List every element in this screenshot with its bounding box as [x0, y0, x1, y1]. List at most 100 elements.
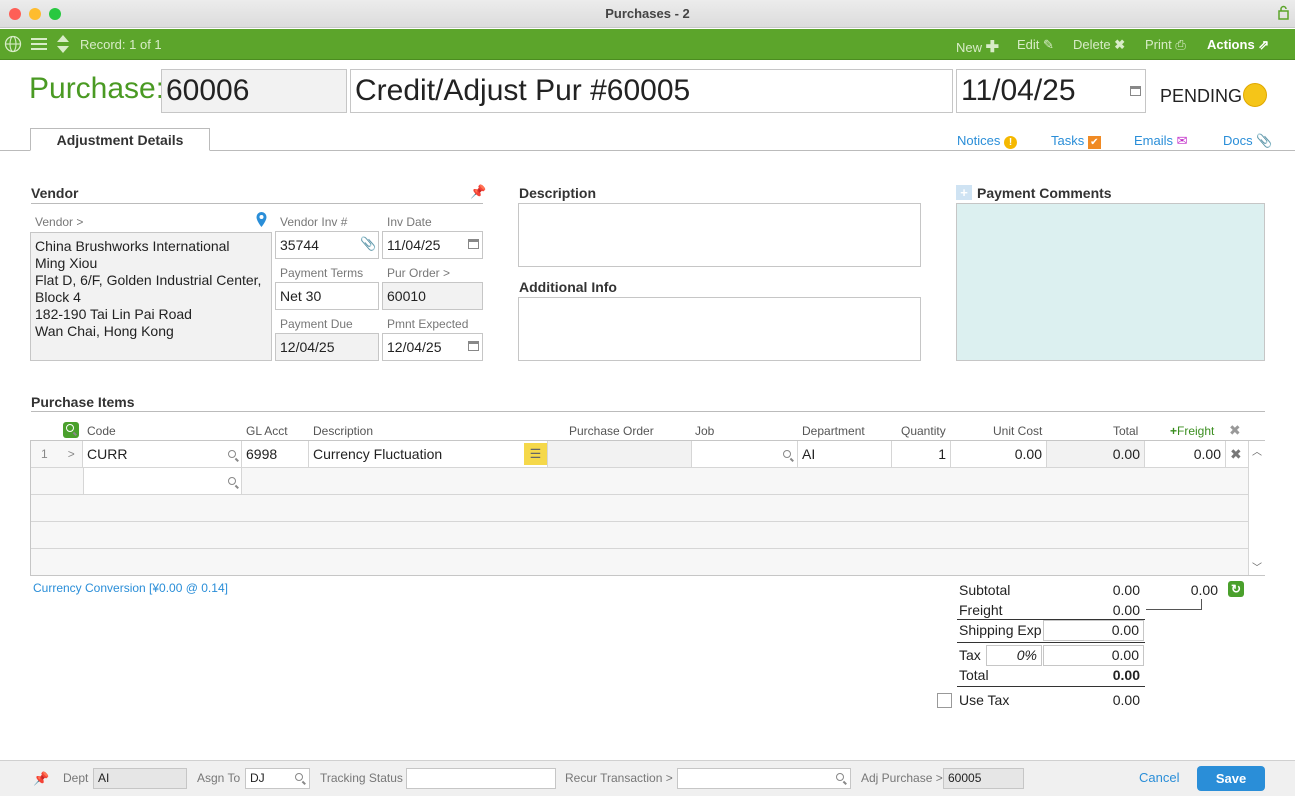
- row-code[interactable]: CURR: [83, 441, 242, 467]
- purchase-title-field[interactable]: Credit/Adjust Pur #60005: [350, 69, 953, 113]
- paperclip-icon: 📎: [1256, 133, 1273, 148]
- search-icon[interactable]: [228, 477, 236, 485]
- currency-conversion-link[interactable]: Currency Conversion [¥0.00 @ 0.14]: [33, 581, 228, 595]
- lock-icon[interactable]: [1278, 5, 1289, 20]
- docs-link[interactable]: Docs 📎: [1223, 133, 1272, 149]
- calendar-icon[interactable]: [468, 239, 479, 249]
- new-button[interactable]: New ✚: [956, 37, 999, 57]
- adj-purchase-link[interactable]: Adj Purchase >: [861, 771, 943, 785]
- payment-due-field[interactable]: 12/04/25: [275, 333, 379, 361]
- plus-icon: +: [1170, 424, 1178, 438]
- recur-transaction-field[interactable]: [677, 768, 851, 789]
- map-pin-icon[interactable]: [256, 212, 267, 227]
- table-row[interactable]: 1 > CURR 6998 Currency Fluctuation ☰ AI 1…: [31, 441, 1248, 468]
- delete-row-icon[interactable]: ✖: [1230, 446, 1242, 463]
- shipping-exp-field[interactable]: 0.00: [1043, 620, 1144, 641]
- calendar-icon[interactable]: [468, 341, 479, 351]
- cancel-button[interactable]: Cancel: [1139, 770, 1179, 785]
- print-label: Print: [1145, 37, 1172, 52]
- freight-total-value: 0.00: [1112, 602, 1140, 618]
- memo-icon[interactable]: ☰: [524, 443, 547, 465]
- table-row[interactable]: [31, 468, 1248, 495]
- pur-order-link[interactable]: Pur Order >: [387, 266, 450, 280]
- delete-button[interactable]: Delete ✖: [1073, 37, 1125, 53]
- row-description[interactable]: Currency Fluctuation: [309, 441, 548, 467]
- new-row-code[interactable]: [83, 468, 242, 494]
- search-items-button[interactable]: [63, 422, 79, 438]
- purchase-number-field[interactable]: 60006: [161, 69, 347, 113]
- additional-info-field[interactable]: [518, 297, 921, 361]
- globe-icon[interactable]: [4, 35, 22, 53]
- vendor-divider: [31, 203, 483, 204]
- freight-label: Freight: [1177, 424, 1215, 438]
- purchase-date-field[interactable]: 11/04/25: [956, 69, 1146, 113]
- warning-icon: !: [1003, 136, 1017, 149]
- close-window-button[interactable]: [9, 8, 21, 20]
- purchase-items-title: Purchase Items: [31, 394, 135, 410]
- printer-icon: ⎙: [1175, 37, 1186, 52]
- recur-transaction-link[interactable]: Recur Transaction >: [565, 771, 673, 785]
- scroll-down-icon[interactable]: ﹀: [1252, 559, 1262, 574]
- row-freight[interactable]: 0.00: [1145, 441, 1226, 467]
- dept-field[interactable]: AI: [93, 768, 187, 789]
- row-department[interactable]: AI: [798, 441, 892, 467]
- row-quantity[interactable]: 1: [892, 441, 951, 467]
- record-type-label: Purchase:: [29, 72, 165, 105]
- col-unit-cost: Unit Cost: [993, 424, 1043, 438]
- calendar-icon[interactable]: [1130, 86, 1141, 96]
- payment-comments-field[interactable]: [956, 203, 1265, 361]
- pin-icon[interactable]: 📌: [470, 184, 486, 200]
- row-purchase-order[interactable]: [548, 441, 692, 467]
- delete-column-icon[interactable]: ✖: [1229, 422, 1241, 439]
- add-icon[interactable]: +: [956, 185, 972, 200]
- tasks-link[interactable]: Tasks ✔: [1051, 133, 1101, 149]
- notices-label: Notices: [957, 133, 1001, 148]
- adj-purchase-field[interactable]: 60005: [943, 768, 1024, 789]
- row-expand-icon[interactable]: >: [68, 447, 75, 461]
- vendor-section-title: Vendor: [31, 185, 79, 201]
- description-section-title: Description: [519, 185, 597, 201]
- total-label: Total: [959, 667, 989, 683]
- pin-icon[interactable]: 📌: [33, 771, 49, 787]
- tax-field[interactable]: 0.00: [1043, 645, 1144, 666]
- refresh-icon[interactable]: ↻: [1228, 581, 1244, 597]
- tab-adjustment-details[interactable]: Adjustment Details: [30, 128, 210, 151]
- tax-rate-field[interactable]: 0%: [986, 645, 1042, 666]
- description-field[interactable]: [518, 203, 921, 267]
- payment-terms-field[interactable]: Net 30: [275, 282, 379, 310]
- edit-button[interactable]: Edit ✎: [1017, 37, 1054, 53]
- subtotal-value: 0.00: [1112, 582, 1140, 598]
- items-divider: [31, 411, 1265, 412]
- vendor-address-line1: Flat D, 6/F, Golden Industrial Center,: [35, 272, 262, 288]
- plus-icon: ✚: [985, 39, 1000, 56]
- add-freight-button[interactable]: +Freight: [1170, 424, 1214, 438]
- checkbox-icon: ✔: [1087, 136, 1101, 149]
- pur-order-field[interactable]: 60010: [382, 282, 483, 310]
- row-unit-cost[interactable]: 0.00: [951, 441, 1047, 467]
- pmnt-expected-label: Pmnt Expected: [387, 317, 469, 331]
- notices-link[interactable]: Notices !: [957, 133, 1017, 149]
- actions-button[interactable]: Actions ⇗: [1207, 37, 1269, 53]
- save-button[interactable]: Save: [1197, 766, 1265, 791]
- list-icon[interactable]: [31, 37, 47, 51]
- row-number-text: 1: [41, 447, 48, 461]
- row-gl-acct[interactable]: 6998: [242, 441, 309, 467]
- search-icon[interactable]: [228, 450, 236, 458]
- freight-total-label: Freight: [959, 602, 1003, 618]
- search-icon[interactable]: [783, 450, 791, 458]
- emails-link[interactable]: Emails ✉: [1134, 133, 1188, 149]
- print-button[interactable]: Print ⎙: [1145, 37, 1186, 53]
- vendor-link[interactable]: Vendor >: [35, 215, 83, 229]
- scroll-up-icon[interactable]: ︿: [1252, 443, 1262, 458]
- minimize-window-button[interactable]: [29, 8, 41, 20]
- grid-scrollbar[interactable]: ︿ ﹀: [1248, 441, 1265, 575]
- use-tax-checkbox[interactable]: [937, 693, 952, 708]
- search-icon[interactable]: [836, 773, 844, 781]
- use-tax-value: 0.00: [1112, 692, 1140, 708]
- tracking-status-field[interactable]: [406, 768, 556, 789]
- search-icon[interactable]: [295, 773, 303, 781]
- record-navigation-icon[interactable]: [56, 34, 70, 54]
- zoom-window-button[interactable]: [49, 8, 61, 20]
- vendor-address[interactable]: China Brushworks International Ming Xiou…: [30, 232, 272, 361]
- attachment-icon[interactable]: 📎: [360, 236, 376, 252]
